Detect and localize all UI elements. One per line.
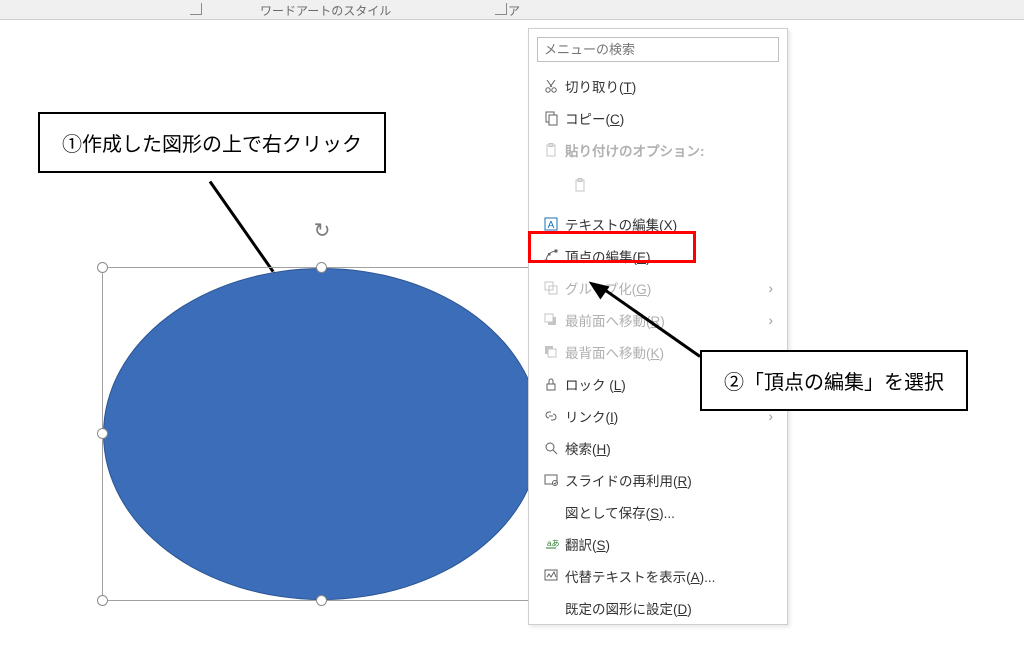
annotation-text: ②「頂点の編集」を選択	[724, 372, 944, 394]
paste-icon	[537, 142, 565, 158]
resize-handle-s[interactable]	[316, 595, 327, 606]
cut-icon	[537, 78, 565, 94]
ellipse-shape[interactable]	[103, 268, 541, 600]
menu-item-label: 頂点の編集(E)	[565, 246, 779, 266]
menu-item-alt-text[interactable]: 代替テキストを表示(A)...	[529, 560, 787, 592]
paste-options-row	[529, 166, 787, 208]
reuse-slide-icon	[537, 472, 565, 488]
rotate-handle-icon[interactable]: ↻	[314, 218, 331, 243]
menu-item-label: 切り取り(T)	[565, 76, 779, 96]
dialog-launcher-icon[interactable]	[495, 3, 507, 15]
arrow-line	[209, 181, 275, 273]
svg-text:A: A	[548, 220, 555, 231]
ribbon-group-label: ワードアートのスタイル	[260, 2, 391, 19]
menu-item-blank[interactable]: 既定の図形に設定(D)	[529, 592, 787, 624]
translate-icon: aあ	[537, 536, 565, 552]
copy-icon	[537, 110, 565, 126]
menu-item-edit-text[interactable]: A テキストの編集(X)	[529, 208, 787, 240]
chevron-right-icon: ›	[768, 312, 779, 328]
ribbon-partial-label: ア	[508, 2, 520, 19]
resize-handle-n[interactable]	[316, 262, 327, 273]
paste-option-button	[565, 170, 595, 200]
resize-handle-w[interactable]	[97, 428, 108, 439]
menu-item-label: 検索(H)	[565, 438, 779, 458]
menu-item-label: 代替テキストを表示(A)...	[565, 566, 779, 586]
menu-item-label: コピー(C)	[565, 108, 779, 128]
send-back-icon	[537, 344, 565, 360]
annotation-text: ①作成した図形の上で右クリック	[62, 134, 362, 156]
svg-text:aあ: aあ	[547, 539, 559, 548]
menu-item-search[interactable]: 検索(H)	[529, 432, 787, 464]
menu-search-input[interactable]	[537, 37, 779, 62]
search-icon	[537, 440, 565, 456]
resize-handle-sw[interactable]	[97, 595, 108, 606]
menu-item-group: グループ化(G)›	[529, 272, 787, 304]
menu-item-cut[interactable]: 切り取り(T)	[529, 70, 787, 102]
annotation-box-2: ②「頂点の編集」を選択	[700, 350, 968, 411]
ribbon-bar: ワードアートのスタイル ア	[0, 0, 1024, 20]
menu-item-label: 図として保存(S)...	[565, 502, 779, 522]
menu-item-bring-front: 最前面へ移動(R)›	[529, 304, 787, 336]
resize-handle-nw[interactable]	[97, 262, 108, 273]
menu-item-label: スライドの再利用(R)	[565, 470, 779, 490]
menu-item-label: テキストの編集(X)	[565, 214, 779, 234]
alt-text-icon	[537, 568, 565, 584]
edit-points-icon	[537, 248, 565, 264]
menu-item-label: 貼り付けのオプション:	[565, 140, 779, 160]
menu-item-label: 最前面へ移動(R)	[565, 310, 768, 330]
menu-item-paste: 貼り付けのオプション:	[529, 134, 787, 166]
menu-item-blank[interactable]: 図として保存(S)...	[529, 496, 787, 528]
lock-icon	[537, 376, 565, 392]
menu-item-label: 既定の図形に設定(D)	[565, 598, 779, 618]
group-icon	[537, 280, 565, 296]
menu-item-reuse-slide[interactable]: スライドの再利用(R)	[529, 464, 787, 496]
edit-text-icon: A	[537, 216, 565, 232]
menu-item-label: 翻訳(S)	[565, 534, 779, 554]
slide-canvas[interactable]: ①作成した図形の上で右クリック ↻ 切り取り(T) コピー(C) 貼り付けのオプショ…	[0, 20, 1024, 656]
chevron-right-icon: ›	[768, 280, 779, 296]
bring-front-icon	[537, 312, 565, 328]
menu-item-copy[interactable]: コピー(C)	[529, 102, 787, 134]
shape-selection-frame[interactable]: ↻	[102, 267, 542, 601]
menu-item-translate[interactable]: aあ翻訳(S)	[529, 528, 787, 560]
dialog-launcher-icon[interactable]	[190, 3, 202, 15]
annotation-box-1: ①作成した図形の上で右クリック	[38, 112, 386, 173]
link-icon	[537, 408, 565, 424]
menu-item-edit-points[interactable]: 頂点の編集(E)	[529, 240, 787, 272]
